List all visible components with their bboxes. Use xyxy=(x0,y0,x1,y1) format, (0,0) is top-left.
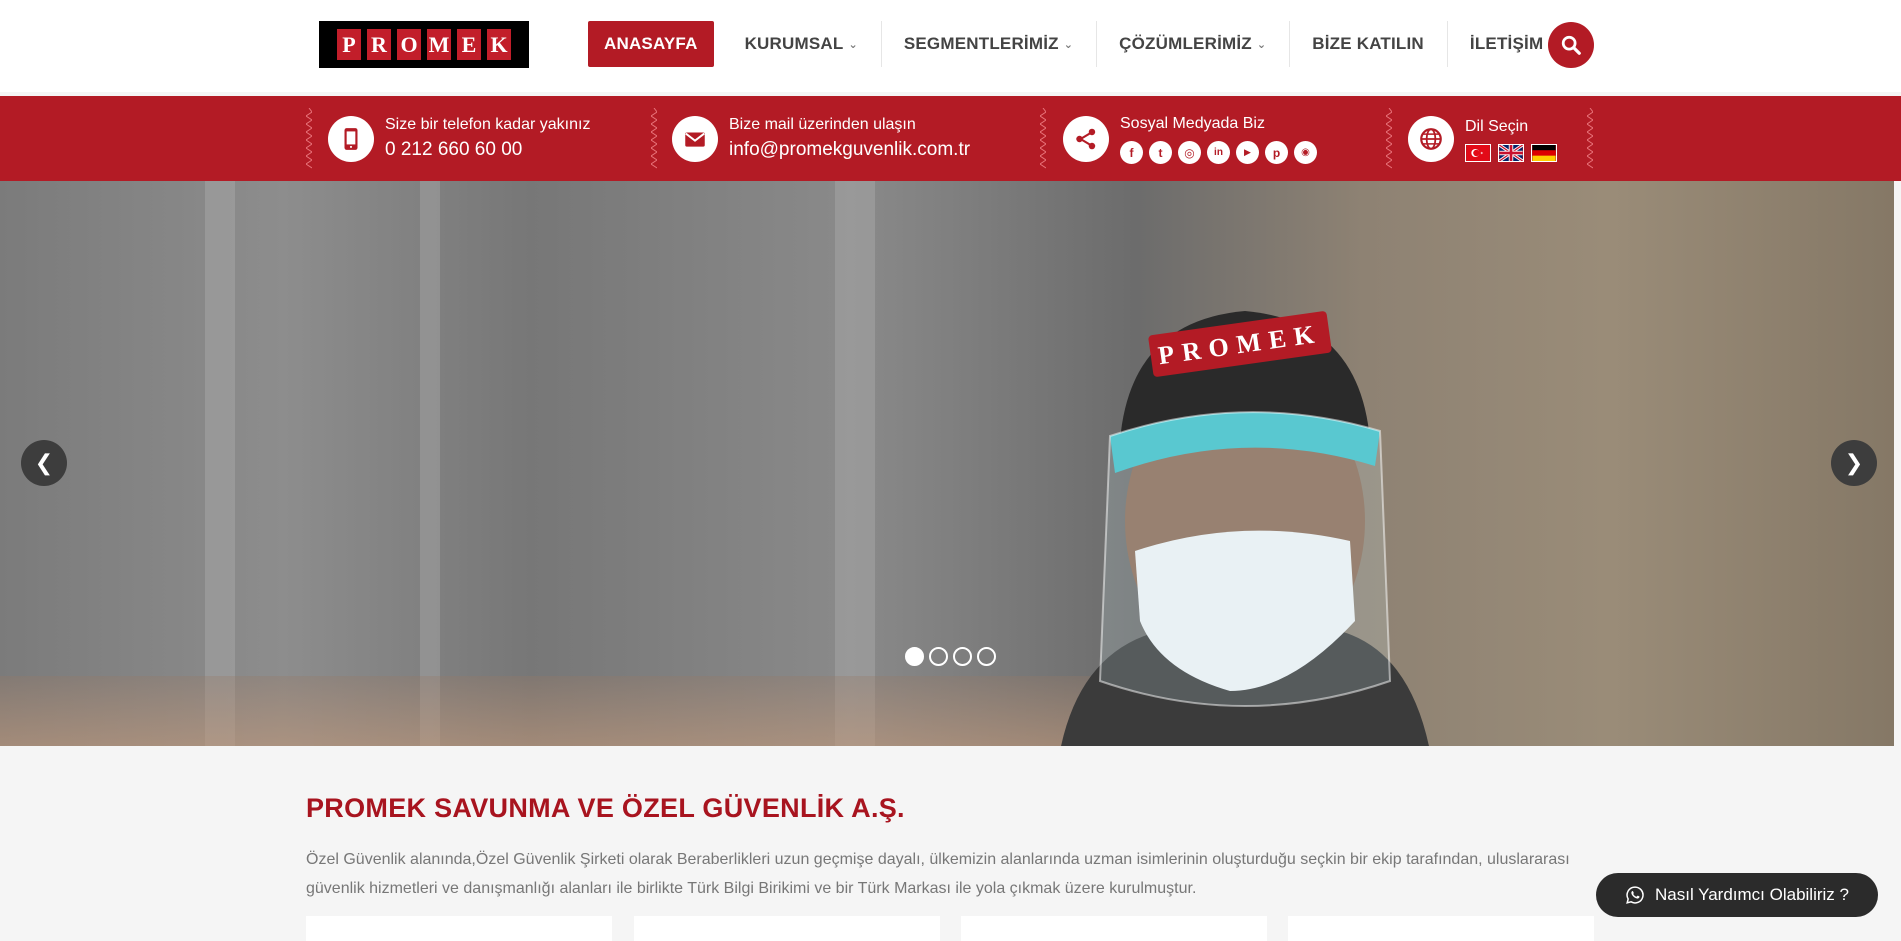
background-texture xyxy=(420,181,440,746)
background-texture xyxy=(205,181,235,746)
slider-dot[interactable] xyxy=(905,647,924,666)
rss-icon[interactable]: ◉ xyxy=(1294,141,1317,164)
nav-label: KURUMSAL xyxy=(744,34,844,53)
social-media: Sosyal Medyada Biz f t ◎ in ▶ p ◉ xyxy=(1063,96,1317,181)
turkey-flag-icon[interactable] xyxy=(1465,143,1491,162)
instagram-icon[interactable]: ◎ xyxy=(1178,141,1201,164)
about-title: PROMEK SAVUNMA VE ÖZEL GÜVENLİK A.Ş. xyxy=(306,793,905,823)
about-description: Özel Güvenlik alanında,Özel Güvenlik Şir… xyxy=(306,851,1570,897)
whatsapp-icon xyxy=(1626,886,1644,904)
main-nav: ANASAYFA KURUMSAL ⌄ SEGMENTLERİMİZ ⌄ ÇÖZÜM… xyxy=(588,21,1566,67)
nav-label: İLETİŞİM xyxy=(1469,34,1544,53)
logo-letter: R xyxy=(367,29,391,60)
nav-item-bize-katilin[interactable]: BİZE KATILIN xyxy=(1289,21,1447,67)
linkedin-icon[interactable]: in xyxy=(1207,141,1230,164)
zigzag-divider xyxy=(651,108,657,169)
logo-letter: O xyxy=(397,29,421,60)
feature-card[interactable] xyxy=(1288,916,1594,941)
nav-item-segmentlerimiz[interactable]: SEGMENTLERİMİZ ⌄ xyxy=(880,21,1096,67)
nav-label: BİZE KATILIN xyxy=(1312,34,1424,53)
globe-icon xyxy=(1420,127,1442,150)
mail-icon-circle xyxy=(672,115,718,162)
feature-card[interactable] xyxy=(961,916,1267,941)
feature-card[interactable] xyxy=(634,916,940,941)
globe-icon-circle xyxy=(1408,115,1454,162)
logo-letter: P xyxy=(337,29,361,60)
zigzag-divider xyxy=(1386,108,1392,169)
whatsapp-label: Nasıl Yardımcı Olabiliriz ? xyxy=(1655,885,1849,904)
slider-prev-button[interactable]: ❮ xyxy=(21,440,67,486)
social-title: Sosyal Medyada Biz xyxy=(1120,115,1265,132)
germany-flag-icon[interactable] xyxy=(1531,143,1557,162)
contact-info-bar: Size bir telefon kadar yakınız 0 212 660… xyxy=(0,96,1901,181)
mail-title: Bize mail üzerinden ulaşın xyxy=(729,115,916,133)
mobile-phone-icon xyxy=(344,127,358,150)
share-icon-circle xyxy=(1063,115,1109,162)
slide-image-guard-with-face-shield: PROMEK xyxy=(1061,311,1429,746)
background-texture xyxy=(0,676,1200,746)
feature-card[interactable] xyxy=(306,916,612,941)
promek-logo[interactable]: P R O M E K xyxy=(319,21,529,68)
slider-dot[interactable] xyxy=(977,647,996,666)
logo-letter: E xyxy=(457,29,481,60)
nav-label: ÇÖZÜMLERİMİZ xyxy=(1119,34,1252,53)
chevron-right-icon: ❯ xyxy=(1844,450,1864,475)
phone-title: Size bir telefon kadar yakınız xyxy=(385,115,591,133)
chevron-down-icon: ⌄ xyxy=(848,38,858,51)
hero-slider: PROMEK ❮ ❯ xyxy=(0,181,1894,746)
pinterest-icon[interactable]: p xyxy=(1265,141,1288,164)
nav-label: SEGMENTLERİMİZ xyxy=(903,34,1059,53)
language-title: Dil Seçin xyxy=(1465,117,1529,135)
facebook-icon[interactable]: f xyxy=(1120,141,1143,164)
phone-number[interactable]: 0 212 660 60 00 xyxy=(385,136,590,164)
background-texture xyxy=(835,181,875,746)
language-selector: Dil Seçin xyxy=(1408,96,1557,181)
chevron-left-icon: ❮ xyxy=(34,450,54,475)
zigzag-divider xyxy=(1587,108,1593,169)
envelope-icon xyxy=(685,132,705,147)
chevron-down-icon: ⌄ xyxy=(1063,38,1074,51)
phone-icon-circle xyxy=(328,115,374,162)
logo-letter: M xyxy=(427,29,451,60)
mail-contact[interactable]: Bize mail üzerinden ulaşın info@promekgu… xyxy=(672,96,970,181)
logo-letter: K xyxy=(487,29,511,60)
search-button[interactable] xyxy=(1548,22,1594,68)
language-flags xyxy=(1465,143,1557,162)
nav-item-kurumsal[interactable]: KURUMSAL ⌄ xyxy=(722,21,881,67)
zigzag-divider xyxy=(306,108,312,169)
nav-item-anasayfa[interactable]: ANASAYFA xyxy=(588,21,714,67)
whatsapp-help-button[interactable]: Nasıl Yardımcı Olabiliriz ? xyxy=(1596,873,1878,917)
slider-next-button[interactable]: ❯ xyxy=(1831,440,1877,486)
social-links: f t ◎ in ▶ p ◉ xyxy=(1120,141,1317,164)
twitter-icon[interactable]: t xyxy=(1149,141,1172,164)
share-icon xyxy=(1076,128,1096,149)
nav-label: ANASAYFA xyxy=(604,34,698,53)
site-header: P R O M E K ANASAYFA KURUMSAL ⌄ SEGMENTLE… xyxy=(0,0,1901,92)
nav-item-cozumlerimiz[interactable]: ÇÖZÜMLERİMİZ ⌄ xyxy=(1096,21,1289,67)
zigzag-divider xyxy=(1040,108,1046,169)
slider-pagination xyxy=(905,647,996,666)
slider-dot[interactable] xyxy=(929,647,948,666)
uk-flag-icon[interactable] xyxy=(1498,143,1524,162)
slider-dot[interactable] xyxy=(953,647,972,666)
phone-contact[interactable]: Size bir telefon kadar yakınız 0 212 660… xyxy=(328,96,590,181)
youtube-icon[interactable]: ▶ xyxy=(1236,141,1259,164)
mail-address[interactable]: info@promekguvenlik.com.tr xyxy=(729,136,970,164)
search-icon xyxy=(1561,35,1581,55)
chevron-down-icon: ⌄ xyxy=(1256,38,1267,51)
